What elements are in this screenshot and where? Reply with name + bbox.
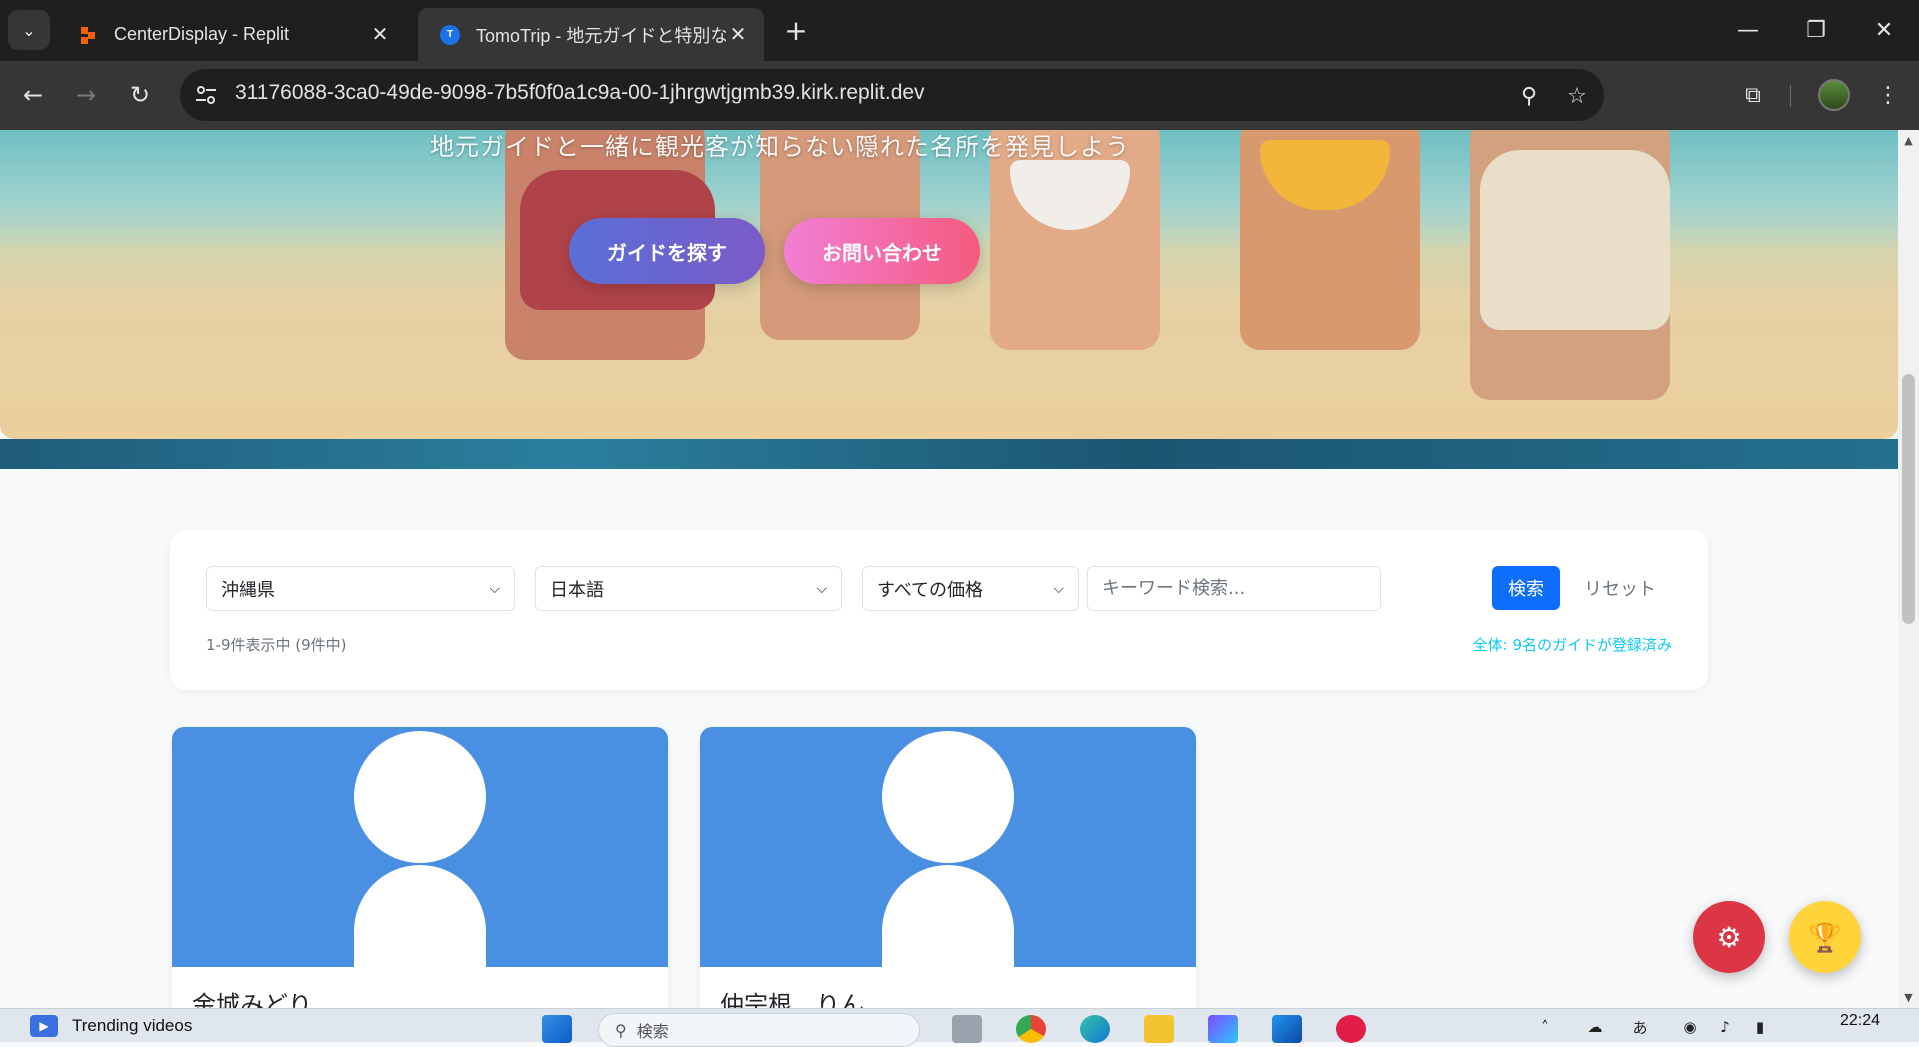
hero-subtitle: 地元ガイドと一緒に観光客が知らない隠れた名所を発見しよう [430,133,1130,161]
search-icon: ⚲ [615,1020,627,1040]
tab-title: CenterDisplay - Replit [114,24,290,44]
tab-centerdisplay-replit[interactable]: CenterDisplay - Replit ✕ [56,8,406,61]
language-select-value: 日本語 [550,579,604,601]
close-tab-icon[interactable]: ✕ [368,23,392,47]
page-scrollbar[interactable]: ▲ ▼ [1898,130,1919,1008]
scroll-up-arrow-icon[interactable]: ▲ [1902,134,1915,147]
hero-section: 地元ガイドと一緒に観光客が知らない隠れた名所を発見しよう ガイドを探す お問い合… [0,130,1898,439]
find-guide-button[interactable]: ガイドを探す [569,218,765,284]
windows-taskbar: ▶ Trending videos ⚲ 検索 ˄ ☁ あ ◉ ♪ ▮ 22:24 [0,1008,1919,1047]
guide-card[interactable]: 仲宗根 りん [700,727,1196,1008]
price-select[interactable]: すべての価格 ⌵ [862,566,1079,611]
chrome-icon[interactable] [1016,1015,1046,1043]
windows-start-icon[interactable] [542,1015,572,1043]
video-play-icon: ▶ [30,1015,58,1037]
bookmark-star-icon[interactable]: ☆ [1564,83,1590,109]
close-tab-icon[interactable]: ✕ [726,23,750,47]
url-text: 31176088-3ca0-49de-9098-7b5f0f0a1c9a-00-… [235,81,925,104]
replit-favicon-icon [78,25,98,45]
site-settings-icon[interactable] [194,83,218,107]
zoom-icon[interactable]: ⚲ [1516,83,1542,109]
avatar-body-shape [354,865,486,967]
avatar-body-shape [882,865,1014,967]
scroll-thumb[interactable] [1902,374,1915,624]
region-select[interactable]: 沖縄県 ⌵ [206,566,515,611]
trophy-icon[interactable]: 🏆 [1789,901,1861,973]
news-widget-label: Trending videos [72,1016,193,1035]
tomotrip-favicon-icon: T [440,24,460,45]
taskbar-clock[interactable]: 22:24 [1840,1012,1880,1030]
news-widget[interactable]: ▶ Trending videos [30,1015,192,1037]
browser-toolbar: ← → ↻ 31176088-3ca0-49de-9098-7b5f0f0a1c… [0,61,1919,130]
close-window-icon[interactable]: ✕ [1854,8,1914,52]
wifi-icon[interactable]: ◉ [1680,1017,1700,1037]
guide-name: 仲宗根 りん [720,991,864,1008]
tray-cloud-icon[interactable]: ☁ [1585,1017,1605,1037]
forward-arrow-icon[interactable]: → [68,77,104,113]
guide-name: 金城みどり [192,991,312,1008]
edge-icon[interactable] [1080,1015,1110,1043]
copilot-icon[interactable] [1208,1015,1238,1043]
chevron-down-icon: ⌵ [1053,580,1064,597]
toolbar-divider [1790,85,1791,107]
region-select-value: 沖縄県 [221,579,275,601]
scroll-down-arrow-icon[interactable]: ▼ [1902,991,1915,1004]
settings-gear-icon[interactable]: ⚙ [1693,901,1765,973]
keyword-search-input[interactable] [1087,566,1381,611]
browser-tab-bar: ⌄ CenterDisplay - Replit ✕ T TomoTrip - … [0,0,1919,61]
guide-avatar-placeholder [700,727,1196,967]
tray-chevron-up-icon[interactable]: ˄ [1535,1017,1555,1037]
tab-title: TomoTrip - 地元ガイドと特別な旅 [476,25,726,46]
file-explorer-icon[interactable] [1144,1015,1174,1043]
avatar-head-shape [882,731,1014,863]
profile-avatar[interactable] [1818,79,1850,111]
task-view-icon[interactable] [952,1015,982,1043]
tab-tomotrip[interactable]: T TomoTrip - 地元ガイドと特別な旅 ✕ [418,8,764,61]
avatar-head-shape [354,731,486,863]
more-menu-icon[interactable]: ⋮ [1872,79,1904,111]
address-bar[interactable]: 31176088-3ca0-49de-9098-7b5f0f0a1c9a-00-… [180,69,1604,121]
back-arrow-icon[interactable]: ← [15,77,51,113]
minimize-window-icon[interactable]: — [1718,8,1778,52]
pinterest-icon[interactable] [1336,1015,1366,1043]
language-select[interactable]: 日本語 ⌵ [535,566,842,611]
restore-window-icon[interactable]: ❐ [1786,8,1846,52]
chevron-down-icon: ⌵ [489,580,500,597]
guide-filter-card: 沖縄県 ⌵ 日本語 ⌵ すべての価格 ⌵ 検索 リセット 1-9件表示中 (9件… [170,530,1708,690]
tab-search-menu-button[interactable]: ⌄ [8,10,50,50]
chevron-down-icon: ⌵ [816,580,827,597]
page-viewport: 地元ガイドと一緒に観光客が知らない隠れた名所を発見しよう ガイドを探す お問い合… [0,130,1898,1008]
result-count-text: 1-9件表示中 (9件中) [206,636,347,654]
guide-card[interactable]: 金城みどり [172,727,668,1008]
guide-avatar-placeholder [172,727,668,967]
taskbar-search-placeholder: 検索 [636,1022,669,1041]
vscode-icon[interactable] [1272,1015,1302,1043]
hero-bottom-photo-strip [0,439,1898,469]
battery-icon[interactable]: ▮ [1750,1017,1770,1037]
search-button[interactable]: 検索 [1492,566,1560,610]
price-select-value: すべての価格 [877,579,984,601]
contact-button[interactable]: お問い合わせ [784,218,980,284]
reset-button[interactable]: リセット [1575,566,1665,610]
hero-photo-shorts [1480,150,1670,330]
new-tab-plus-icon[interactable]: + [780,14,812,47]
ime-indicator-icon[interactable]: あ [1630,1017,1650,1037]
extensions-puzzle-icon[interactable]: ⧉ [1737,79,1769,111]
volume-icon[interactable]: ♪ [1715,1017,1735,1037]
chevron-down-icon: ⌄ [22,20,36,40]
reload-icon[interactable]: ↻ [122,77,158,113]
total-guides-text: 全体: 9名のガイドが登録済み [1472,636,1672,654]
